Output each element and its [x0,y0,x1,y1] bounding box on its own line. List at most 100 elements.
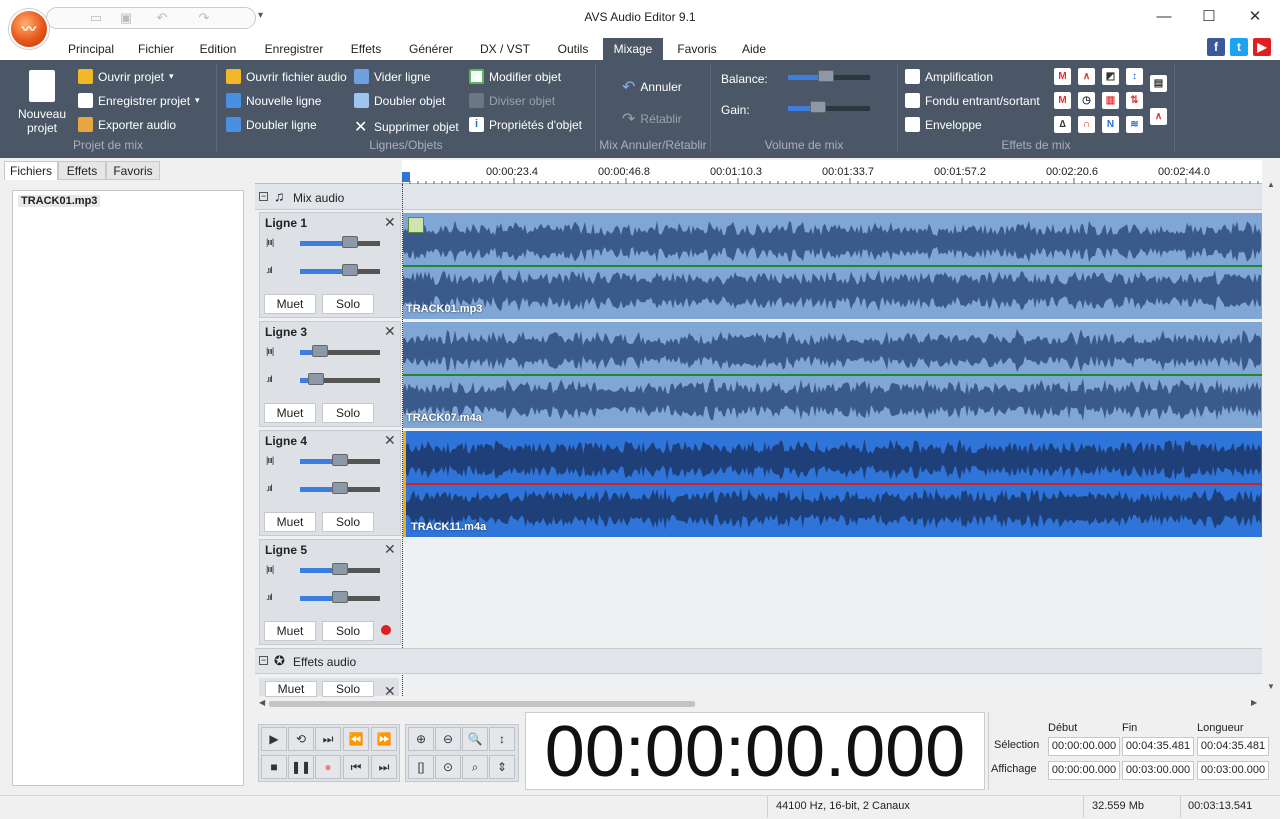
balance-slider-thumb[interactable] [818,70,834,82]
zoom-in-icon[interactable]: ⊕ [408,727,434,751]
close-window-icon[interactable]: ✕ [1240,6,1270,28]
zoom-out-icon[interactable]: ⊖ [435,727,461,751]
enveloppe-button[interactable]: Enveloppe [905,117,982,132]
line-balance-thumb[interactable] [332,563,348,575]
line-gain-thumb[interactable] [308,373,324,385]
audio-clip[interactable]: TRACK07.m4a [403,322,1262,428]
solo-button[interactable]: Solo [322,681,374,697]
audio-clip-selected[interactable]: TRACK11.m4a [403,431,1262,537]
zoom-all-icon[interactable]: ⌕ [462,755,488,779]
collapse-icon[interactable]: − [259,656,268,665]
line-balance-thumb[interactable] [332,454,348,466]
tab-fichier[interactable]: Fichier [130,38,182,60]
rewind-icon[interactable]: ⏪ [343,727,369,751]
record-icon[interactable]: ● [315,755,341,779]
fondu-button[interactable]: Fondu entrant/sortant [905,93,1040,108]
tab-enregistrer[interactable]: Enregistrer [254,38,334,60]
exporter-audio-button[interactable]: Exporter audio [78,117,176,132]
line-gain-thumb[interactable] [332,591,348,603]
effect-icon-12[interactable]: ∩ [1078,116,1095,133]
effect-icon-1[interactable]: M [1054,68,1071,85]
close-icon[interactable]: ✕ [384,432,396,449]
affichage-fin-field[interactable]: 00:03:00.000 [1122,761,1194,780]
effect-icon-13[interactable]: N [1102,116,1119,133]
tab-favoris[interactable]: Favoris [668,38,726,60]
loop-icon[interactable]: ⟲ [288,727,314,751]
youtube-icon[interactable]: ▶ [1253,38,1271,56]
solo-button[interactable]: Solo [322,403,374,423]
effect-icon-10[interactable]: ∧ [1150,108,1167,125]
enregistrer-projet-button[interactable]: Enregistrer projet ▾ [78,93,200,108]
tab-outils[interactable]: Outils [548,38,598,60]
effect-icon-5[interactable]: ▤ [1150,75,1167,92]
tab-fichiers[interactable]: Fichiers [4,161,58,180]
scroll-up-icon[interactable]: ▲ [1267,180,1275,189]
vertical-scrollbar[interactable]: ▲ ▼ [1262,160,1280,696]
nouvelle-ligne-button[interactable]: Nouvelle ligne [226,93,321,108]
affichage-longueur-field[interactable]: 00:03:00.000 [1197,761,1269,780]
close-icon[interactable]: ✕ [384,323,396,340]
affichage-debut-field[interactable]: 00:00:00.000 [1048,761,1120,780]
solo-button[interactable]: Solo [322,512,374,532]
tab-principal[interactable]: Principal [60,38,122,60]
fast-forward-icon[interactable]: ⏩ [371,727,397,751]
effect-icon-8[interactable]: ▥ [1102,92,1119,109]
vider-ligne-button[interactable]: Vider ligne [354,69,430,84]
muet-button[interactable]: Muet [264,621,316,641]
line-balance-thumb[interactable] [312,345,328,357]
muet-button[interactable]: Muet [264,294,316,314]
amplification-button[interactable]: Amplification [905,69,993,84]
selection-longueur-field[interactable]: 00:04:35.481 [1197,737,1269,756]
timeline-ruler[interactable]: 00:00:23.4 00:00:46.8 00:01:10.3 00:01:3… [402,160,1262,184]
proprietes-objet-button[interactable]: i Propriétés d'objet [469,117,582,132]
diviser-objet-button[interactable]: Diviser objet [469,93,555,108]
zoom-selection-icon[interactable]: ⊙ [435,755,461,779]
effect-icon-7[interactable]: ◷ [1078,92,1095,109]
go-to-end-icon[interactable]: ⏭ [371,755,397,779]
tab-generer[interactable]: Générer [400,38,462,60]
muet-button[interactable]: Muet [265,681,317,697]
annuler-button[interactable]: ↶ Annuler [622,77,682,97]
line-balance-thumb[interactable] [341,236,358,248]
close-icon[interactable]: ✕ [384,214,396,231]
go-to-start-icon[interactable]: ⏮ [343,755,369,779]
zoom-vertical-icon[interactable]: ↕ [489,727,515,751]
new-project-icon[interactable] [29,70,55,102]
line-gain-slider[interactable] [300,269,380,274]
gain-slider-thumb[interactable] [810,101,826,113]
zoom-fit-icon[interactable]: [] [408,755,434,779]
scroll-down-icon[interactable]: ▼ [1267,682,1275,691]
effect-icon-14[interactable]: ≋ [1126,116,1143,133]
line-balance-slider[interactable] [300,241,380,246]
selection-fin-field[interactable]: 00:04:35.481 [1122,737,1194,756]
tab-effets[interactable]: Effets [342,38,390,60]
tab-effets-left[interactable]: Effets [58,161,106,180]
pause-icon[interactable]: ❚❚ [288,755,314,779]
scroll-left-icon[interactable]: ◀ [259,698,265,707]
selection-debut-field[interactable]: 00:00:00.000 [1048,737,1120,756]
stop-icon[interactable]: ■ [261,755,287,779]
collapse-icon[interactable]: − [259,192,268,201]
tab-aide[interactable]: Aide [732,38,776,60]
tab-mixage[interactable]: Mixage [603,38,663,60]
nouveau-projet-button[interactable]: Nouveau projet [10,107,74,135]
effect-icon-2[interactable]: ∧ [1078,68,1095,85]
scroll-right-icon[interactable]: ▶ [1251,698,1257,707]
avs-logo-icon[interactable]: 〰 [9,9,49,49]
close-icon[interactable]: ✕ [384,541,396,558]
zoom-100-icon[interactable]: 🔍 [462,727,488,751]
play-icon[interactable]: ▶ [261,727,287,751]
maximize-icon[interactable]: ☐ [1194,6,1224,28]
solo-button[interactable]: Solo [322,294,374,314]
muet-button[interactable]: Muet [264,403,316,423]
tab-edition[interactable]: Edition [190,38,246,60]
audio-clip[interactable]: TRACK01.mp3 [403,213,1262,319]
solo-button[interactable]: Solo [322,621,374,641]
record-arm-icon[interactable] [381,625,391,635]
ouvrir-projet-button[interactable]: Ouvrir projet ▾ [78,69,174,84]
gain-slider[interactable] [788,106,870,111]
facebook-icon[interactable]: f [1207,38,1225,56]
effect-icon-6[interactable]: M [1054,92,1071,109]
scrollbar-thumb[interactable] [269,701,695,707]
edit-clip-icon[interactable] [408,217,424,233]
